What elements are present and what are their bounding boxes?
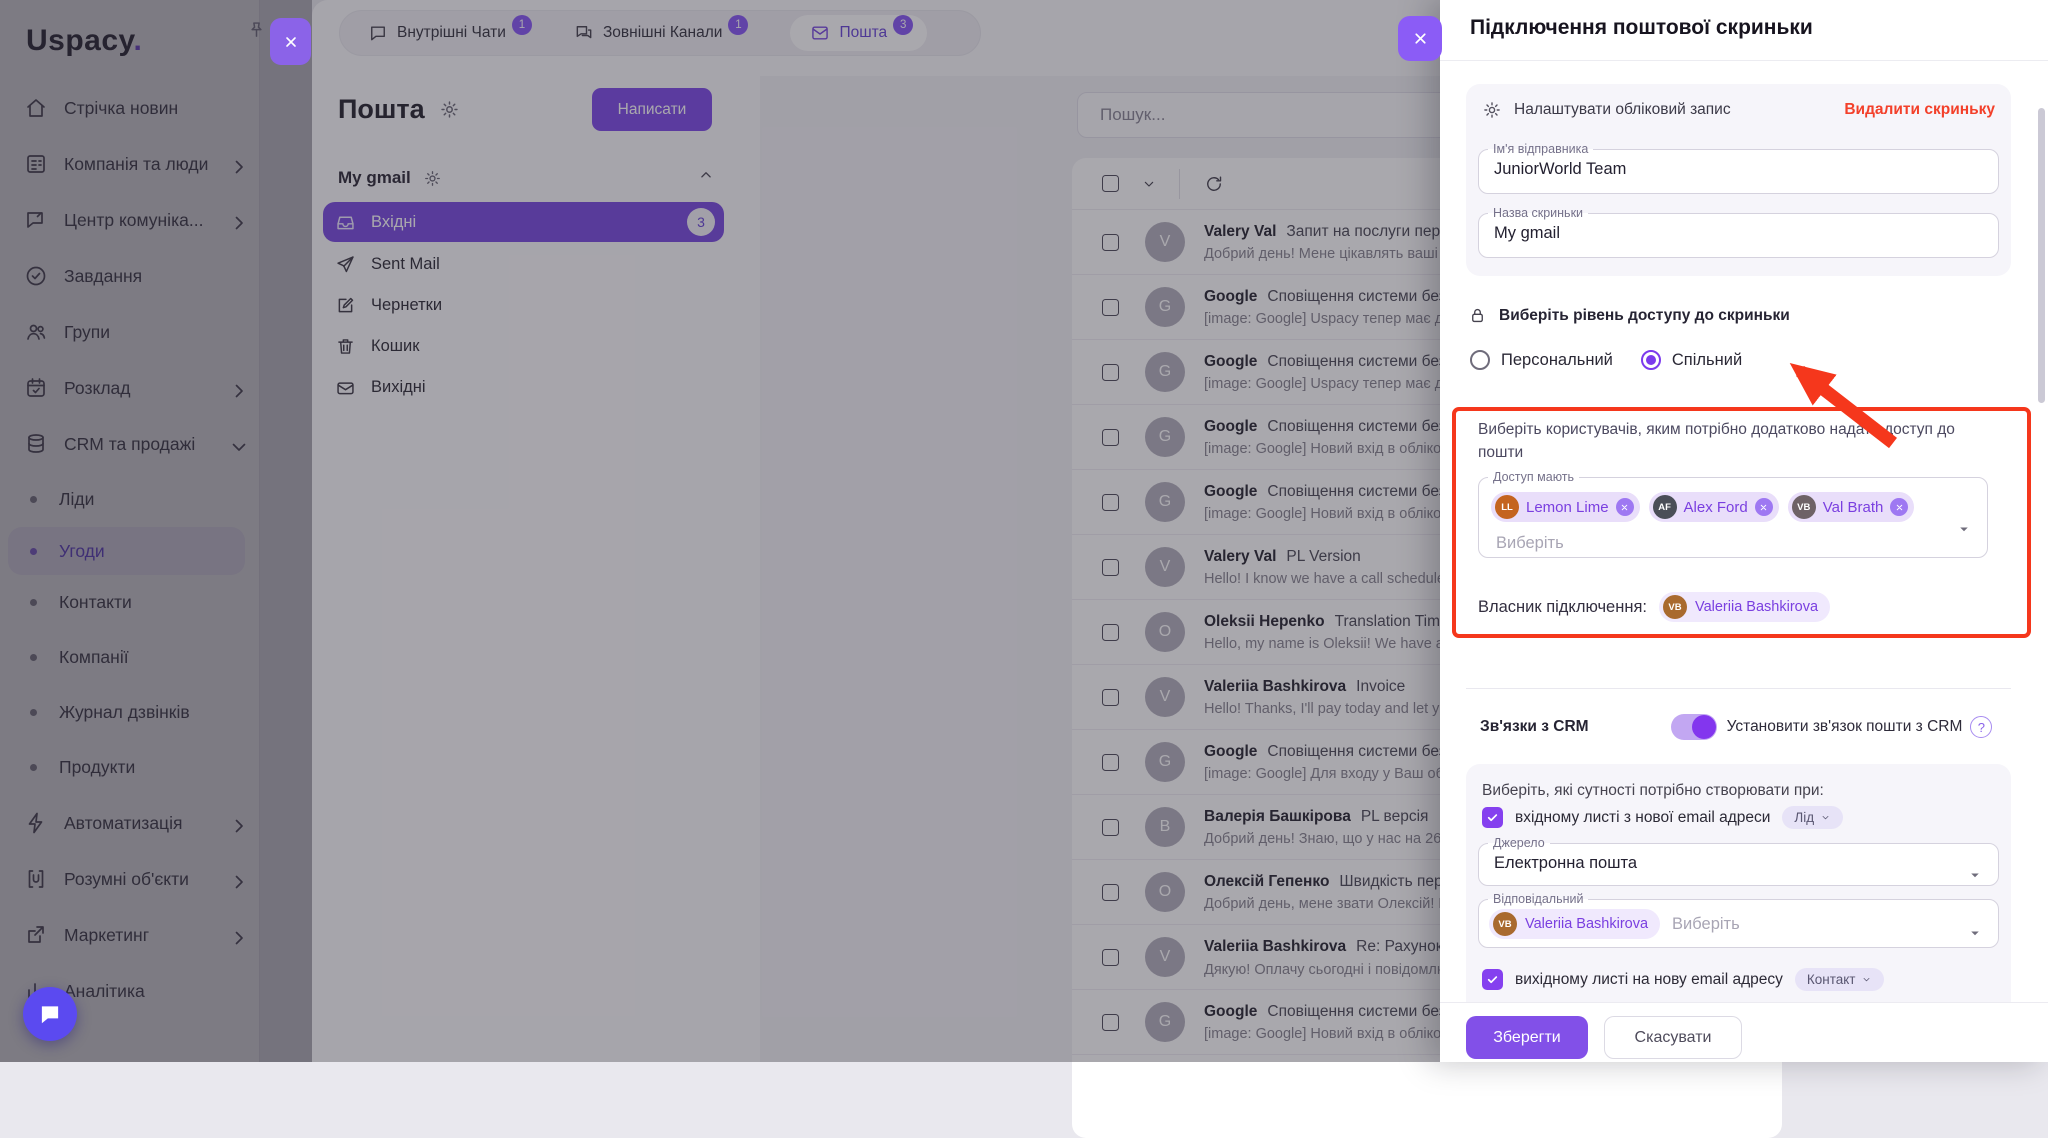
- sender-name-value[interactable]: JuniorWorld Team: [1479, 156, 1998, 179]
- crm-link-toggle[interactable]: [1671, 714, 1717, 740]
- user-chip: VB Val Brath: [1788, 492, 1915, 522]
- account-card: Налаштувати обліковий запис Видалити скр…: [1466, 84, 2011, 276]
- incoming-rule-label: вхідному листі з нової email адреси: [1515, 809, 1770, 827]
- avatar: LL: [1495, 495, 1519, 519]
- mailbox-name-label: Назва скриньки: [1488, 206, 1588, 220]
- incoming-rule-row: вхідному листі з нової email адреси Лід: [1482, 806, 1843, 829]
- help-icon[interactable]: ?: [1970, 716, 1992, 738]
- mailbox-name-field[interactable]: Назва скриньки My gmail: [1478, 206, 1999, 258]
- mailbox-connection-drawer: Підключення поштової скриньки Налаштуват…: [1440, 0, 2048, 1062]
- access-level-heading-text: Виберіть рівень доступу до скриньки: [1499, 307, 1790, 325]
- owner-chip: VB Valeriia Bashkirova: [1659, 592, 1830, 622]
- avatar: AF: [1653, 495, 1677, 519]
- radio-label: Спільний: [1672, 351, 1742, 370]
- chip-name: Val Brath: [1823, 499, 1884, 516]
- responsible-chip: VB Valeriia Bashkirova: [1489, 909, 1660, 939]
- outgoing-checkbox[interactable]: [1482, 969, 1503, 990]
- chip-remove-icon[interactable]: [1890, 498, 1908, 516]
- connection-owner-row: Власник підключення: VB Valeriia Bashkir…: [1478, 592, 1830, 622]
- radio-спільний[interactable]: Спільний: [1641, 350, 1742, 370]
- outgoing-rule-label: вихідному листі на нову email адресу: [1515, 971, 1783, 989]
- avatar: VB: [1493, 912, 1517, 936]
- access-level-heading: Виберіть рівень доступу до скриньки: [1468, 306, 1790, 325]
- user-chip: LL Lemon Lime: [1491, 492, 1640, 522]
- incoming-checkbox[interactable]: [1482, 807, 1503, 828]
- responsible-name: Valeriia Bashkirova: [1525, 916, 1648, 932]
- chevron-down-icon: [1861, 974, 1872, 985]
- access-users-hint: Виберіть користувачів, яким потрібно дод…: [1478, 418, 1983, 464]
- chip-name: Alex Ford: [1684, 499, 1748, 516]
- access-users-placeholder: Виберіть: [1496, 534, 1564, 553]
- crm-links-heading: Зв'язки з CRM: [1480, 718, 1589, 736]
- module-backdrop: [0, 0, 312, 1062]
- crm-links-row: Зв'язки з CRM Установити зв'язок пошти з…: [1468, 714, 2022, 740]
- lock-icon: [1468, 306, 1487, 325]
- radio-персональний[interactable]: Персональний: [1470, 350, 1613, 370]
- module-close-button[interactable]: [270, 18, 311, 65]
- responsible-placeholder: Виберіть: [1672, 915, 1740, 934]
- avatar: VB: [1663, 595, 1687, 619]
- incoming-entity-value: Лід: [1794, 810, 1814, 825]
- drawer-footer: Зберегти Скасувати: [1440, 1002, 2048, 1062]
- access-users-label: Доступ мають: [1488, 470, 1579, 484]
- owner-name: Valeriia Bashkirova: [1695, 599, 1818, 615]
- access-user-chips: LL Lemon Lime AF Alex Ford VB Val Brath: [1491, 492, 1914, 522]
- pin-icon[interactable]: [246, 20, 267, 41]
- outgoing-rule-row: вихідному листі на нову email адресу Кон…: [1482, 968, 1884, 991]
- chevron-down-icon: [1820, 812, 1831, 823]
- sender-name-field[interactable]: Ім'я відправника JuniorWorld Team: [1478, 142, 1999, 194]
- source-select[interactable]: Джерело Електронна пошта: [1478, 836, 1999, 886]
- crm-entities-hint: Виберіть, які сутності потрібно створюва…: [1482, 782, 1824, 800]
- sender-name-label: Ім'я відправника: [1488, 142, 1593, 156]
- access-users-field[interactable]: Доступ мають LL Lemon Lime AF Alex Ford VB Va…: [1478, 470, 1988, 558]
- incoming-entity-pill[interactable]: Лід: [1782, 806, 1843, 829]
- drawer-close-button[interactable]: [1398, 16, 1442, 61]
- mailbox-name-value[interactable]: My gmail: [1479, 220, 1998, 243]
- responsible-label: Відповідальний: [1488, 892, 1588, 906]
- radio-dot-icon: [1470, 350, 1490, 370]
- source-value[interactable]: Електронна пошта: [1479, 850, 1998, 873]
- dropdown-caret-icon[interactable]: [1966, 924, 1984, 942]
- access-level-radios: Персональний Спільний: [1470, 350, 1742, 370]
- dropdown-caret-icon[interactable]: [1966, 866, 1984, 884]
- avatar: VB: [1792, 495, 1816, 519]
- delete-mailbox-link[interactable]: Видалити скриньку: [1844, 101, 1995, 119]
- radio-dot-icon: [1641, 350, 1661, 370]
- close-icon: [1412, 30, 1429, 47]
- drawer-scrollbar[interactable]: [2038, 108, 2045, 403]
- crm-toggle-label: Установити зв'язок пошти з CRM: [1727, 718, 1963, 736]
- close-icon: [283, 34, 299, 50]
- support-chat-button[interactable]: [23, 987, 77, 1041]
- cancel-button[interactable]: Скасувати: [1604, 1016, 1742, 1059]
- chip-remove-icon[interactable]: [1755, 498, 1773, 516]
- gear-icon: [1482, 100, 1502, 120]
- radio-label: Персональний: [1501, 351, 1613, 370]
- owner-label: Власник підключення:: [1478, 598, 1647, 617]
- chip-name: Lemon Lime: [1526, 499, 1609, 516]
- chat-bubble-icon: [37, 1001, 63, 1027]
- outgoing-entity-pill[interactable]: Контакт: [1795, 968, 1885, 991]
- outgoing-entity-value: Контакт: [1807, 972, 1856, 987]
- chip-remove-icon[interactable]: [1616, 498, 1634, 516]
- user-chip: AF Alex Ford: [1649, 492, 1779, 522]
- save-button[interactable]: Зберегти: [1466, 1016, 1588, 1059]
- drawer-title: Підключення поштової скриньки: [1470, 16, 1813, 40]
- drawer-divider: [1466, 688, 2011, 689]
- responsible-select[interactable]: Відповідальний VB Valeriia Bashkirova Ви…: [1478, 892, 1999, 948]
- drawer-divider: [1440, 60, 2048, 61]
- source-label: Джерело: [1488, 836, 1550, 850]
- dropdown-caret-icon[interactable]: [1955, 520, 1973, 538]
- account-settings-label[interactable]: Налаштувати обліковий запис: [1514, 101, 1731, 119]
